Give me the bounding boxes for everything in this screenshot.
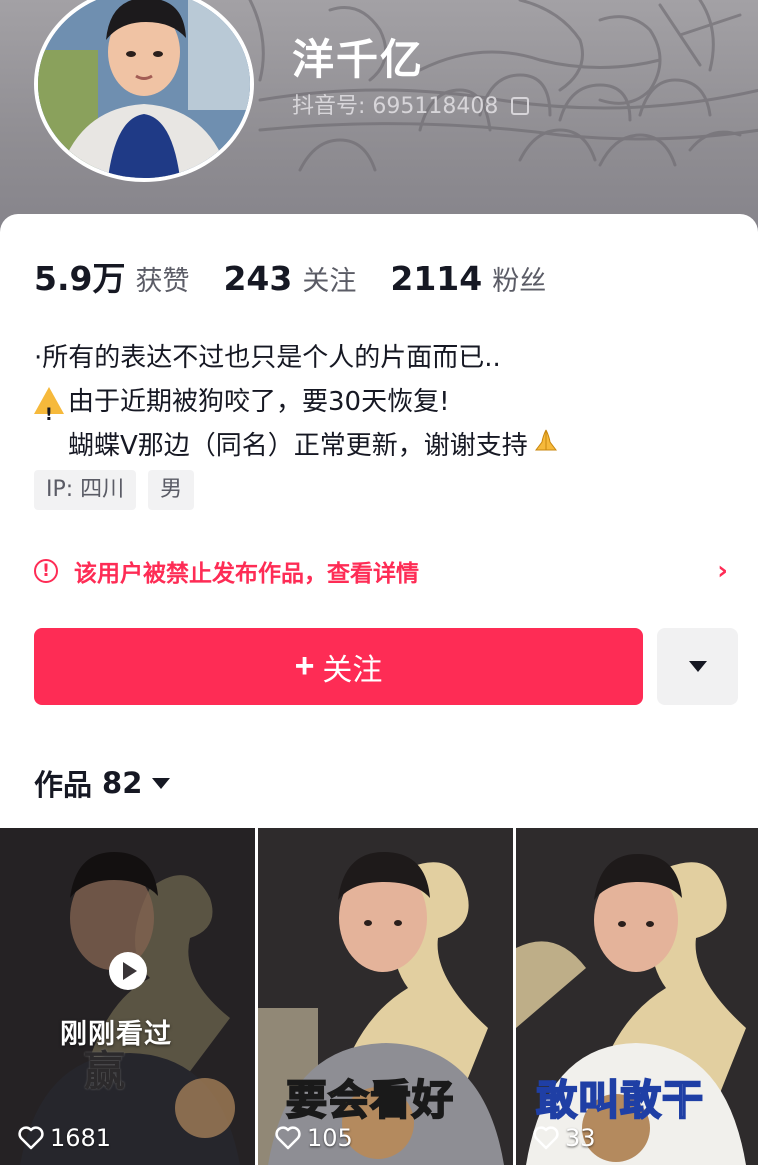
video-caption: 要会看好	[285, 1075, 454, 1125]
douyin-id-value: 695118408	[372, 94, 499, 119]
heart-icon	[18, 1126, 44, 1150]
follow-button[interactable]: + 关注	[34, 628, 643, 705]
profile-bio: ·所有的表达不过也只是个人的片面而已.. 由于近期被狗咬了，要30天恢复! 蝴蝶…	[34, 336, 560, 468]
video-likes-count: 1681	[50, 1124, 112, 1152]
bio-line-3: 蝴蝶Ⅴ那边（同名）正常更新，谢谢支持	[68, 431, 528, 461]
play-icon[interactable]	[108, 951, 148, 991]
profile-tags: IP: 四川 男	[34, 470, 206, 510]
works-tab[interactable]: 作品 82	[34, 762, 171, 804]
stat-likes-value: 5.9万	[34, 259, 126, 298]
stat-following-value: 243	[223, 259, 293, 298]
video-likes-count: 33	[565, 1124, 596, 1152]
banned-notice-text: 该用户被禁止发布作品，查看详情	[74, 561, 419, 587]
banned-notice[interactable]: ! 该用户被禁止发布作品，查看详情 ›	[34, 552, 734, 590]
recently-viewed-label: 刚刚看过	[60, 1019, 172, 1050]
video-grid: 赢 要会看好 敢叫敢干	[0, 828, 758, 1165]
video-likes-count: 105	[307, 1124, 353, 1152]
douyin-id-label: 抖音号:	[292, 94, 366, 119]
tag-gender: 男	[148, 470, 195, 510]
stat-likes[interactable]: 5.9万 获赞	[34, 252, 189, 300]
video-tile[interactable]: 赢	[0, 828, 255, 1165]
video-tile[interactable]: 敢叫敢干	[516, 828, 758, 1165]
video-thumbnail	[0, 828, 255, 1165]
more-options-button[interactable]	[657, 628, 738, 705]
pray-hands-icon	[534, 429, 557, 451]
stat-followers-value: 2114	[390, 259, 483, 298]
bio-line-1: ·所有的表达不过也只是个人的片面而已..	[34, 343, 501, 373]
warning-icon	[34, 387, 64, 437]
plus-icon: +	[294, 647, 315, 685]
video-caption: 敢叫敢干	[535, 1075, 704, 1125]
video-likes: 1681	[18, 1124, 111, 1152]
chevron-right-icon: ›	[717, 556, 728, 586]
profile-header: 洋千亿 抖音号: 695118408	[0, 0, 758, 240]
douyin-id[interactable]: 抖音号: 695118408	[292, 88, 530, 120]
bio-line-3-row: 蝴蝶Ⅴ那边（同名）正常更新，谢谢支持	[34, 424, 560, 468]
stat-likes-label: 获赞	[135, 266, 190, 297]
stat-followers[interactable]: 2114 粉丝	[390, 259, 546, 298]
copy-icon[interactable]	[511, 97, 530, 115]
works-tab-label: 作品	[34, 768, 93, 802]
follow-button-label: 关注	[322, 653, 383, 687]
stat-following[interactable]: 243 关注	[223, 259, 356, 298]
video-likes: 105	[275, 1124, 353, 1152]
bio-line-2-row: 由于近期被狗咬了，要30天恢复!	[34, 380, 560, 437]
stat-followers-label: 粉丝	[492, 266, 547, 297]
username: 洋千亿	[292, 35, 425, 84]
heart-icon	[533, 1126, 559, 1150]
bio-line-2: 由于近期被狗咬了，要30天恢复!	[68, 387, 450, 417]
caret-down-icon	[688, 661, 707, 672]
avatar-portrait	[38, 0, 250, 178]
video-tile[interactable]: 要会看好	[258, 828, 513, 1165]
tag-ip: IP: 四川	[34, 470, 137, 510]
video-likes: 33	[533, 1124, 596, 1152]
alert-circle-icon: !	[34, 559, 58, 583]
stat-following-label: 关注	[302, 266, 357, 297]
heart-icon	[275, 1126, 301, 1150]
profile-stats: 5.9万 获赞 243 关注 2114 粉丝	[34, 252, 580, 300]
works-count: 82	[102, 766, 143, 800]
caret-down-icon	[152, 777, 171, 789]
